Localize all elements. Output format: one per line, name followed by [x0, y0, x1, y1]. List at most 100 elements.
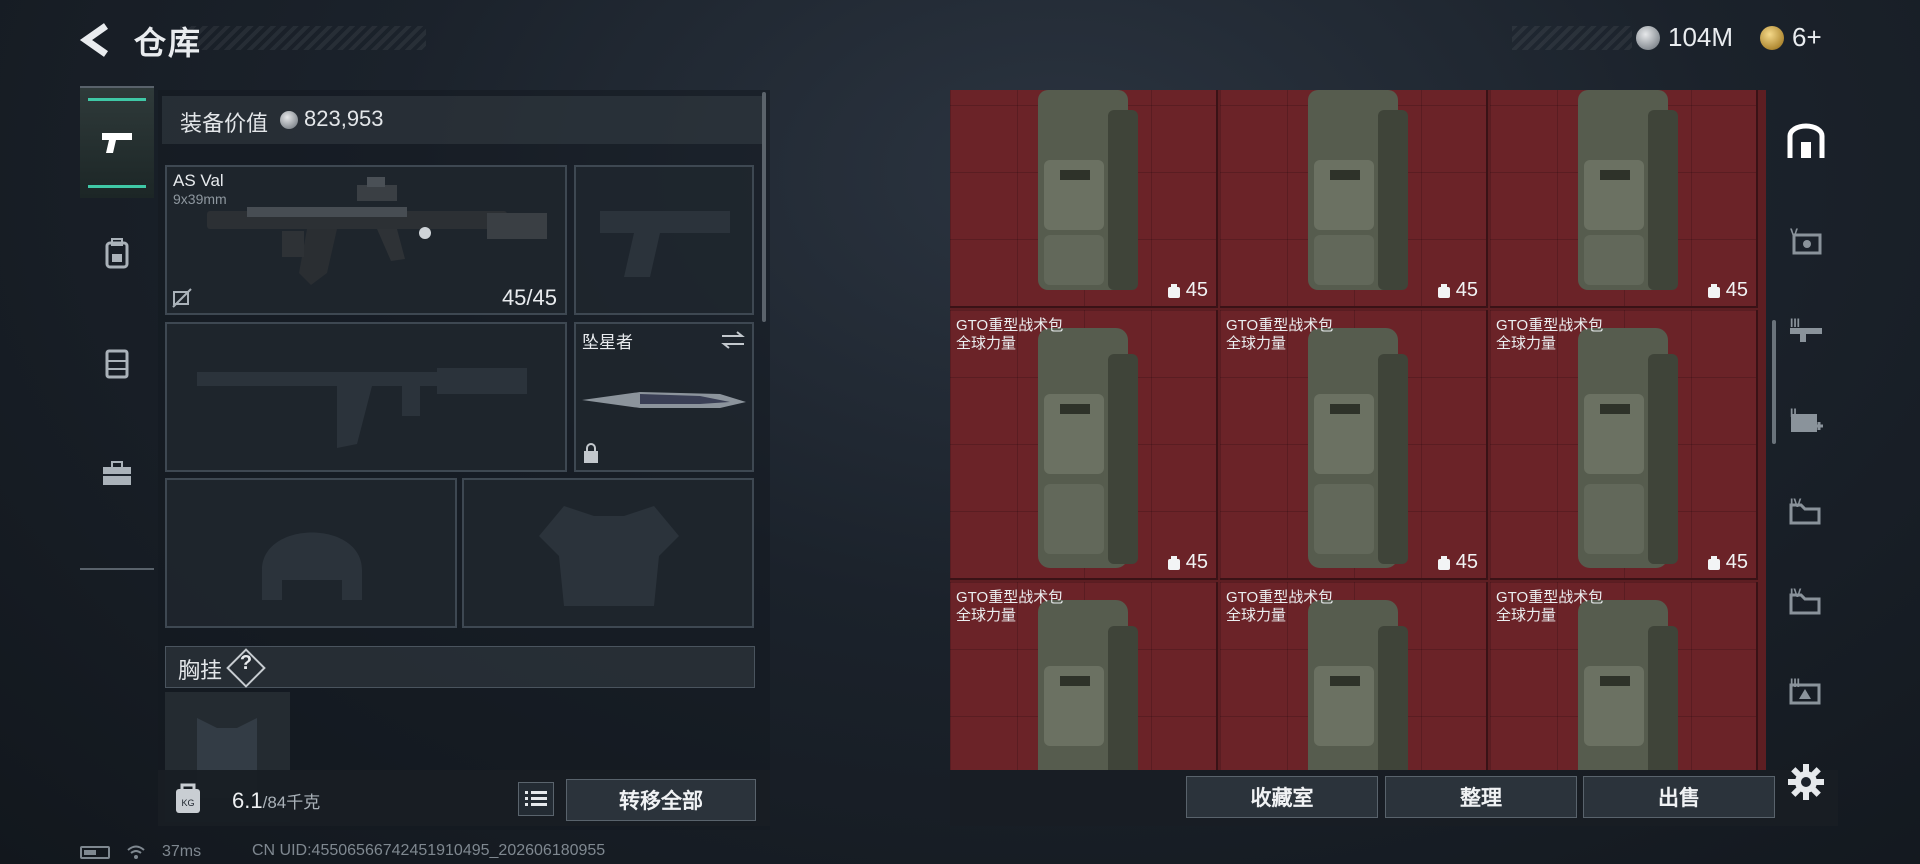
svg-text:KG: KG — [181, 798, 194, 808]
capacity-icon — [1167, 555, 1180, 570]
backpack-item-icon — [1578, 600, 1678, 770]
chest-rig-label: 胸挂 — [178, 658, 223, 683]
item-qty: 45 — [1436, 551, 1478, 574]
helmet-silhouette-icon — [262, 532, 362, 600]
storage-cell[interactable]: GTO重型战术包 全球力量 45 — [950, 310, 1218, 580]
storage-cell[interactable]: GTO重型战术包 全球力量 45 — [1220, 310, 1488, 580]
currency-stripe — [1512, 26, 1632, 50]
silver-currency-amount: 104M — [1668, 22, 1734, 52]
storage-cell[interactable]: GTO重型战术包 全球力量 — [1490, 582, 1758, 770]
organize-button[interactable]: 整理 — [1385, 776, 1577, 818]
battery-icon — [80, 845, 110, 859]
backpack-item-icon — [1038, 90, 1138, 290]
backpack-item-icon — [1308, 90, 1408, 290]
item-brand: 全球力量 — [1226, 335, 1287, 352]
filter-level-label: II — [1790, 406, 1797, 420]
help-icon: ? — [239, 652, 253, 674]
safe-box-icon — [1787, 123, 1825, 158]
filter-rail: V III II IV IV III — [1776, 96, 1836, 756]
item-brand: 全球力量 — [1226, 607, 1287, 624]
backpack-item-icon — [1038, 328, 1138, 568]
secondary-weapon-slot[interactable] — [165, 322, 567, 472]
gold-currency[interactable]: 6+ — [1760, 22, 1822, 53]
storage-cell[interactable]: GTO重型战术包 全球力量 — [1220, 582, 1488, 770]
gold-coin-icon — [1760, 25, 1784, 50]
primary-weapon-ammo: 45/45 — [501, 285, 557, 310]
filter-all[interactable] — [1780, 106, 1832, 178]
storage-cell[interactable]: GTO重型战术包 全球力量 45 — [1490, 310, 1758, 580]
title-stripe — [180, 26, 426, 50]
backpack-item-icon — [1308, 600, 1408, 770]
filter-level-label: III — [1790, 316, 1801, 330]
filter-level-label: IV — [1790, 496, 1802, 510]
item-brand: 全球力量 — [956, 607, 1017, 624]
back-button[interactable] — [78, 20, 114, 60]
storage-cell[interactable]: 45 — [950, 90, 1218, 308]
storage-cell[interactable]: GTO重型战术包 全球力量 — [950, 582, 1218, 770]
rifle-image-icon — [207, 177, 547, 285]
wifi-icon — [127, 845, 145, 859]
capacity-icon — [1167, 283, 1180, 298]
list-view-button[interactable] — [518, 782, 554, 816]
transfer-all-button[interactable]: 转移全部 — [566, 779, 756, 821]
armor-slot[interactable] — [462, 478, 754, 628]
filter-level-label: III — [1790, 676, 1801, 690]
lock-icon — [584, 443, 598, 463]
storage-cell[interactable]: 45 — [1220, 90, 1488, 308]
primary-weapon-slot[interactable]: AS Val 9x39mm 45/45 — [165, 165, 567, 315]
item-brand: 全球力量 — [1496, 335, 1557, 352]
swap-icon[interactable] — [720, 330, 746, 350]
ping-text: 37ms — [162, 843, 202, 860]
item-qty-value: 45 — [1455, 551, 1478, 573]
rail-item-vest[interactable] — [80, 308, 154, 418]
item-qty: 45 — [1166, 551, 1208, 574]
storage-cell[interactable]: 45 — [1490, 90, 1758, 308]
settings-button[interactable] — [1786, 762, 1826, 802]
filter-level-5[interactable]: V — [1780, 206, 1832, 278]
item-qty-value: 45 — [1725, 279, 1748, 301]
gold-currency-amount: 6+ — [1792, 22, 1822, 52]
filter-level-3-weapon[interactable]: III — [1780, 296, 1832, 368]
filter-level-4-files[interactable]: IV — [1780, 566, 1832, 638]
filter-level-4-docs[interactable]: IV — [1780, 476, 1832, 548]
silver-currency[interactable]: 104M — [1636, 22, 1733, 53]
melee-name: 坠星者 — [582, 333, 633, 352]
filter-level-label: IV — [1790, 586, 1802, 600]
status-bar: 37ms — [80, 842, 201, 862]
equip-value-amount: 823,953 — [304, 106, 384, 131]
item-qty: 45 — [1706, 279, 1748, 302]
helmet-slot[interactable] — [165, 478, 457, 628]
backpack-weight-icon: KG — [176, 783, 200, 813]
item-qty-value: 45 — [1455, 279, 1478, 301]
capacity-icon — [1707, 283, 1720, 298]
gear-icon — [1788, 764, 1824, 800]
collection-room-button[interactable]: 收藏室 — [1186, 776, 1378, 818]
item-qty: 45 — [1436, 279, 1478, 302]
back-arrow-icon — [79, 23, 109, 57]
rail-item-backpack[interactable] — [80, 198, 154, 308]
rail-item-toolbox[interactable] — [80, 418, 154, 528]
sell-button[interactable]: 出售 — [1583, 776, 1775, 818]
pistol-icon — [102, 133, 132, 153]
weight-readout: 6.1/84千克 — [232, 788, 320, 814]
pistol-slot[interactable] — [574, 165, 754, 315]
filter-level-label: V — [1790, 226, 1799, 240]
item-brand: 全球力量 — [1496, 607, 1557, 624]
category-rail — [80, 86, 154, 570]
loadout-scrollbar[interactable] — [762, 92, 766, 322]
equip-value-label: 装备价值 — [180, 111, 269, 136]
rail-item-weapons[interactable] — [80, 88, 154, 198]
silver-coin-icon — [1636, 25, 1660, 50]
item-qty: 45 — [1706, 551, 1748, 574]
melee-slot[interactable]: 坠星者 — [574, 322, 754, 472]
weight-capacity: /84千克 — [262, 793, 321, 812]
rifle-silhouette-icon — [197, 368, 527, 448]
filter-level-2-medical[interactable]: II — [1780, 386, 1832, 458]
backpack-icon — [105, 238, 129, 269]
filter-level-3-misc[interactable]: III — [1780, 656, 1832, 728]
backpack-item-icon — [1578, 90, 1678, 290]
list-icon — [525, 791, 547, 806]
item-qty-value: 45 — [1725, 551, 1748, 573]
item-brand: 全球力量 — [956, 335, 1017, 352]
backpack-item-icon — [1038, 600, 1138, 770]
